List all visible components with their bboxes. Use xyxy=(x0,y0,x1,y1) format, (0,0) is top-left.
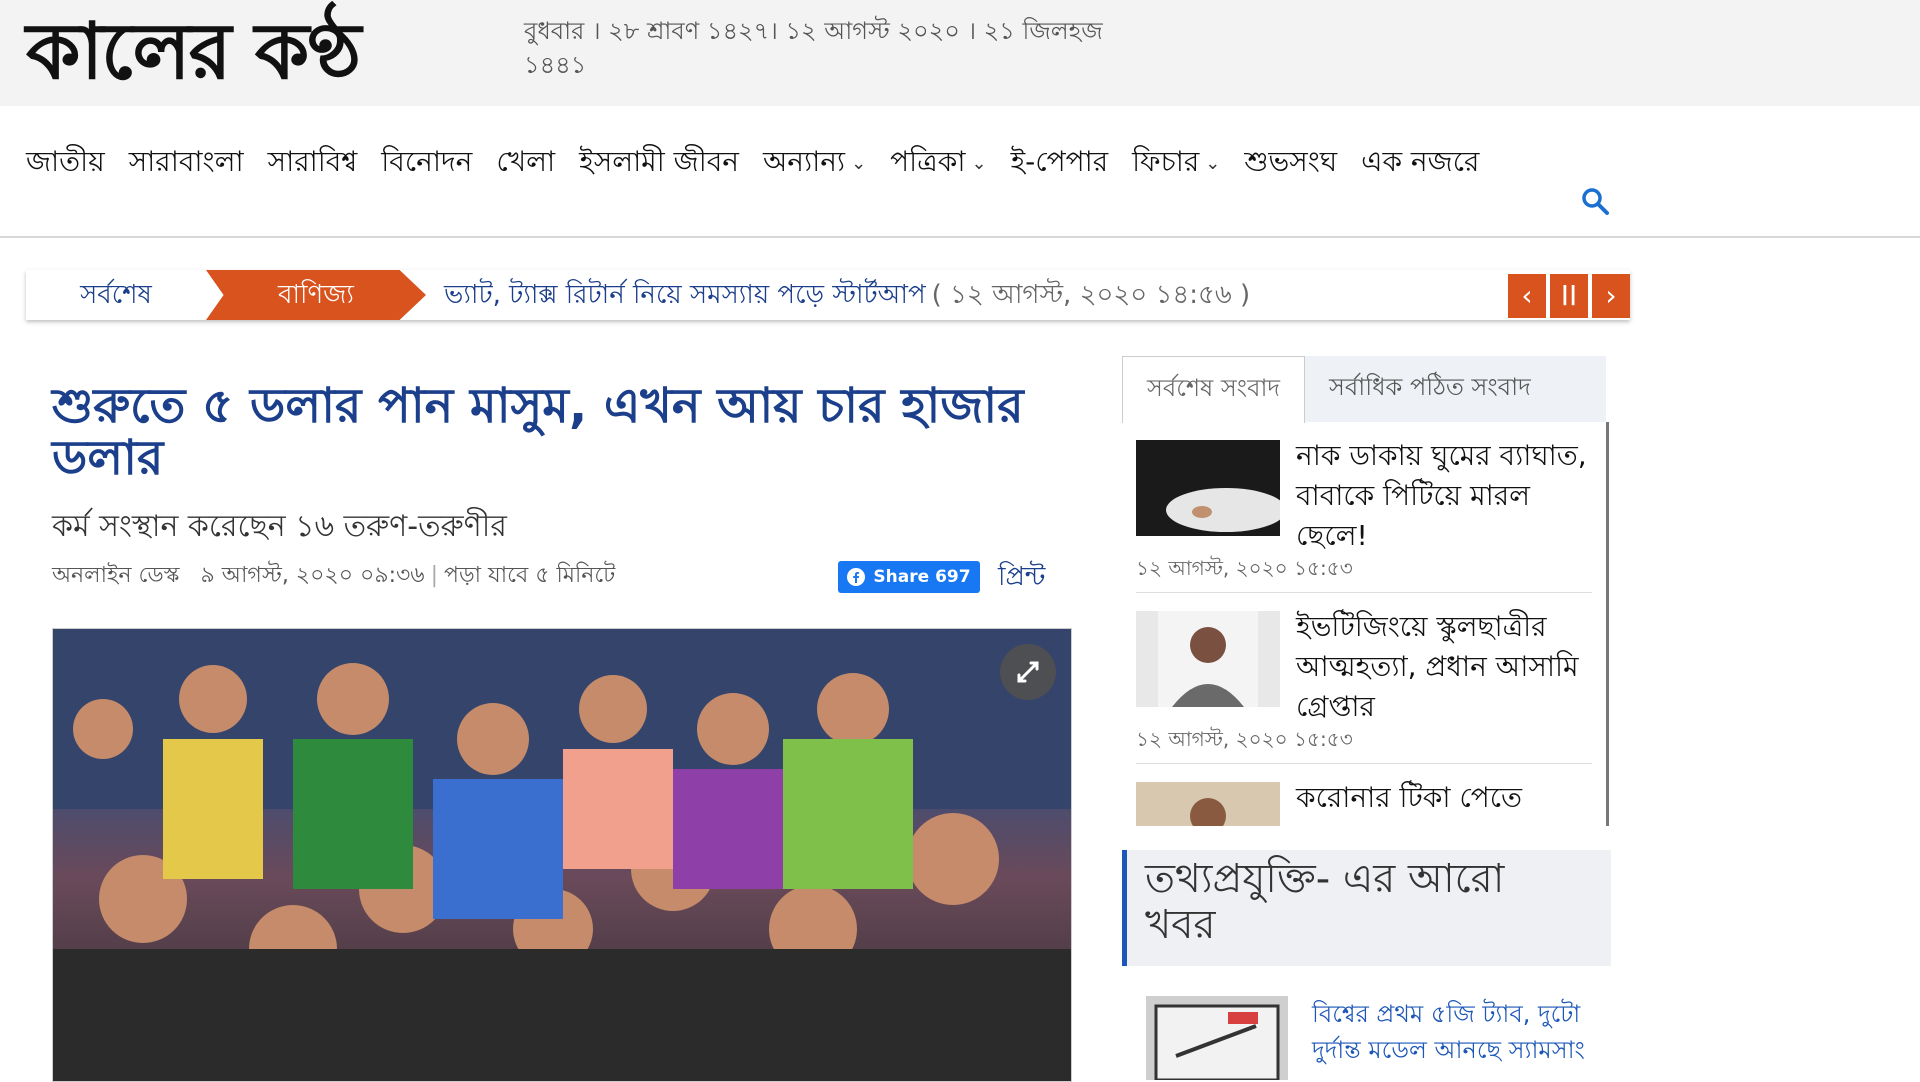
news-time: ১২ আগস্ট, ২০২০ ১৫:৫৩ xyxy=(1136,556,1353,580)
breaking-news-ticker: সর্বশেষ বাণিজ্য ভ্যাট, ট্যাক্স রিটার্ন ন… xyxy=(26,270,1630,320)
site-header: কালের কণ্ঠ বুধবার । ২৮ শ্রাবণ ১৪২৭। ১২ আ… xyxy=(0,0,1920,106)
nav-item-newspaper[interactable]: পত্রিকা ⌄ xyxy=(890,140,986,187)
nav-item-others[interactable]: অন্যান্য ⌄ xyxy=(763,140,866,187)
facebook-icon xyxy=(847,568,866,586)
list-item[interactable]: ইভটিজিংয়ে স্কুলছাত্রীর আত্মহত্যা, প্রধা… xyxy=(1136,593,1592,764)
nav-item-feature[interactable]: ফিচার ⌄ xyxy=(1132,140,1220,187)
nav-label: অন্যান্য xyxy=(763,145,846,178)
ticker-time: ( ১২ আগস্ট, ২০২০ ১৪:৫৬ ) xyxy=(931,280,1251,310)
facebook-share-button[interactable]: Share 697 xyxy=(838,561,980,593)
latest-news-list: নাক ডাকায় ঘুমের ব্যাঘাত, বাবাকে পিটিয়ে… xyxy=(1122,422,1609,826)
ticker-controls: ‹ II › xyxy=(1508,274,1630,318)
nav-list: জাতীয় সারাবাংলা সারাবিশ্ব বিনোদন খেলা ই… xyxy=(26,140,1479,187)
group-photo-illustration xyxy=(53,629,1071,1081)
nav-item-islamic-life[interactable]: ইসলামী জীবন xyxy=(579,140,739,187)
article-title: শুরুতে ৫ ডলার পান মাসুম, এখন আয় চার হাজ… xyxy=(52,378,1024,486)
ticker-prev-button[interactable]: ‹ xyxy=(1508,274,1546,318)
news-title[interactable]: ইভটিজিংয়ে স্কুলছাত্রীর আত্মহত্যা, প্রধা… xyxy=(1296,607,1596,727)
ticker-next-button[interactable]: › xyxy=(1592,274,1630,318)
ticker-text: ভ্যাট, ট্যাক্স রিটার্ন নিয়ে সমস্যায় পড… xyxy=(444,270,1250,320)
nav-item-world[interactable]: সারাবিশ্ব xyxy=(268,140,358,187)
more-news-item[interactable]: বিশ্বের প্রথম ৫জি ট্যাব, দুটো দুর্দান্ত … xyxy=(1146,996,1602,1080)
article-subtitle: কর্ম সংস্থান করেছেন ১৬ তরুণ-তরুণীর xyxy=(52,509,507,544)
nav-label: ফিচার xyxy=(1132,145,1200,178)
nav-label: ইসলামী জীবন xyxy=(579,145,740,178)
more-news-section: তথ্যপ্রযুক্তি- এর আরো খবর xyxy=(1122,850,1611,966)
news-thumbnail xyxy=(1136,611,1280,707)
section-title: তথ্যপ্রযুক্তি- এর আরো খবর xyxy=(1145,856,1505,948)
ticker-label: সর্বশেষ xyxy=(26,270,206,320)
sidebar-tabs: সর্বশেষ সংবাদ সর্বাধিক পঠিত সংবাদ xyxy=(1122,356,1606,423)
article-author[interactable]: অনলাইন ডেস্ক xyxy=(52,563,180,588)
nav-label: শুভসংঘ xyxy=(1244,145,1338,178)
nav-label: সারাবাংলা xyxy=(128,145,244,178)
nav-label: ই-পেপার xyxy=(1010,145,1109,178)
article-published: ৯ আগস্ট, ২০২০ ০৯:৩৬ xyxy=(200,563,425,588)
nav-item-entertainment[interactable]: বিনোদন xyxy=(381,140,472,187)
more-news-link[interactable]: বিশ্বের প্রথম ৫জি ট্যাব, দুটো দুর্দান্ত … xyxy=(1312,996,1602,1068)
print-link[interactable]: প্রিন্ট xyxy=(998,556,1045,600)
meta-divider: | xyxy=(430,563,439,588)
article-meta: অনলাইন ডেস্ক ৯ আগস্ট, ২০২০ ০৯:৩৬ | পড়া যা… xyxy=(52,558,615,595)
dateline: বুধবার । ২৮ শ্রাবণ ১৪২৭। ১২ আগস্ট ২০২০ ।… xyxy=(524,17,1103,79)
news-thumbnail xyxy=(1136,782,1280,826)
nav-item-epaper[interactable]: ই-পেপার xyxy=(1011,140,1109,187)
share-count: Share 697 xyxy=(873,567,971,587)
nav-label: পত্রিকা xyxy=(890,145,966,178)
chevron-down-icon: ⌄ xyxy=(851,153,867,174)
ticker-headline-link[interactable]: ভ্যাট, ট্যাক্স রিটার্ন নিয়ে সমস্যায় পড… xyxy=(444,280,926,310)
nav-label: সারাবিশ্ব xyxy=(267,145,358,178)
nav-label: বিনোদন xyxy=(381,145,473,178)
main-nav: জাতীয় সারাবাংলা সারাবিশ্ব বিনোদন খেলা ই… xyxy=(0,106,1920,238)
news-thumbnail xyxy=(1136,440,1280,536)
tab-most-read[interactable]: সর্বাধিক পঠিত সংবাদ xyxy=(1305,356,1555,422)
tab-latest-news[interactable]: সর্বশেষ সংবাদ xyxy=(1122,356,1306,423)
nav-item-sports[interactable]: খেলা xyxy=(496,140,555,187)
nav-item-shuvosongho[interactable]: শুভসংঘ xyxy=(1244,140,1337,187)
search-icon[interactable] xyxy=(1580,186,1610,216)
nav-label: এক নজরে xyxy=(1361,145,1480,178)
ticker-category[interactable]: বাণিজ্য xyxy=(206,270,426,320)
chevron-down-icon: ⌄ xyxy=(971,153,987,174)
nav-label: খেলা xyxy=(496,145,556,178)
news-time: ১২ আগস্ট, ২০২০ ১৫:৫৩ xyxy=(1136,727,1353,751)
news-title[interactable]: করোনার টিকা পেতে xyxy=(1296,778,1596,818)
site-logo[interactable]: কালের কণ্ঠ xyxy=(26,8,361,96)
article-photo xyxy=(52,628,1072,1082)
nav-item-countrywide[interactable]: সারাবাংলা xyxy=(129,140,244,187)
news-thumbnail xyxy=(1146,996,1288,1080)
nav-label: জাতীয় xyxy=(26,145,105,178)
ticker-pause-button[interactable]: II xyxy=(1550,274,1588,318)
chevron-down-icon: ⌄ xyxy=(1205,153,1221,174)
list-item[interactable]: নাক ডাকায় ঘুমের ব্যাঘাত, বাবাকে পিটিয়ে… xyxy=(1136,422,1592,593)
nav-item-national[interactable]: জাতীয় xyxy=(26,140,105,187)
news-title[interactable]: নাক ডাকায় ঘুমের ব্যাঘাত, বাবাকে পিটিয়ে… xyxy=(1296,436,1596,556)
nav-item-at-a-glance[interactable]: এক নজরে xyxy=(1361,140,1479,187)
list-item[interactable]: করোনার টিকা পেতে xyxy=(1136,764,1592,826)
expand-icon[interactable] xyxy=(1000,644,1056,700)
article-read-time: পড়া যাবে ৫ মিনিটে xyxy=(444,563,616,588)
